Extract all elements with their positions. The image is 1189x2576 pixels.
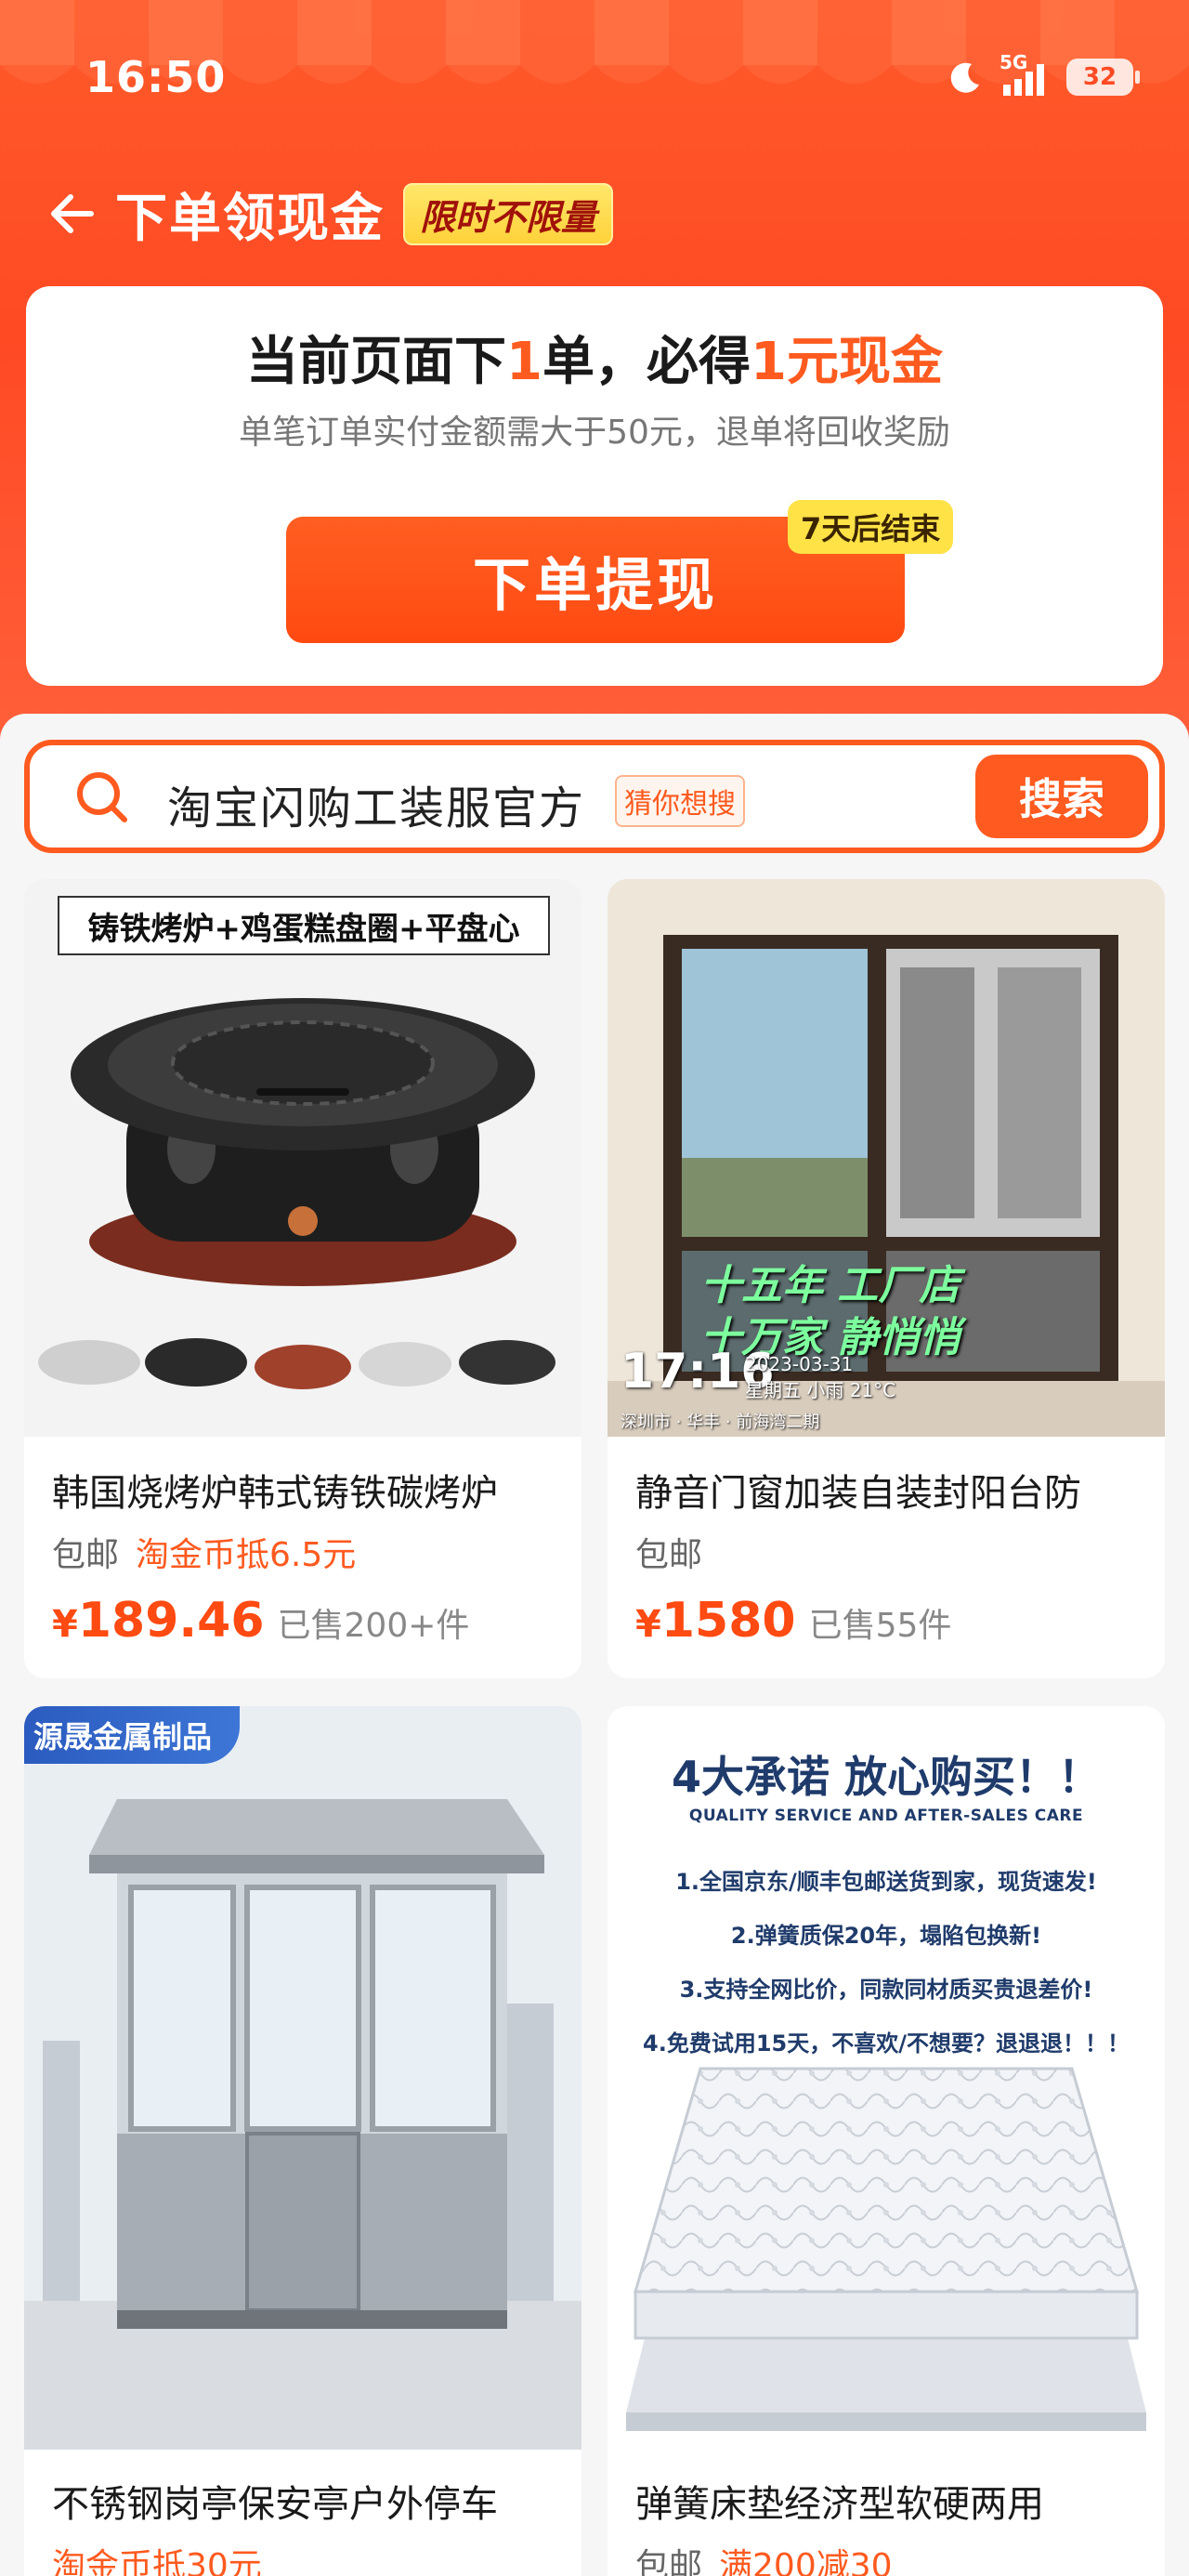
currency-symbol: ¥	[52, 1603, 78, 1646]
reward-headline: 当前页面下1单，必得1元现金	[26, 320, 1163, 395]
mattress-illustration	[626, 2067, 1146, 2431]
headline-cash-amount: 1元现金	[751, 332, 943, 392]
promise-title: 4大承诺 放心购买！！	[671, 1752, 1102, 1802]
search-button[interactable]: 搜索	[975, 755, 1148, 838]
free-shipping-tag: 包邮	[52, 1536, 120, 1574]
page-title: 下单领现金	[115, 188, 385, 249]
free-shipping-tag: 包邮	[635, 2547, 703, 2576]
signal-icon	[1003, 64, 1044, 96]
search-bar[interactable]: 淘宝闪购工装服官方 猜你想搜 搜索	[24, 740, 1165, 853]
moon-icon	[950, 62, 979, 93]
watermark-date: 2023-03-31 星期五 小雨 21°C	[745, 1351, 895, 1403]
reward-card: 当前页面下1单，必得1元现金 单笔订单实付金额需大于50元，退单将回收奖励 下单…	[26, 286, 1163, 686]
product-title: 韩国烧烤炉韩式铸铁碳烤炉	[52, 1472, 498, 1515]
product-card[interactable]: 源晟金属制品 不锈钢岗亭保安亭户外停车 淘金币抵30元	[24, 1706, 581, 2576]
battery-indicator: 32	[1066, 59, 1140, 96]
guess-tag: 猜你想搜	[615, 775, 745, 827]
status-bar: 16:50 5G 32	[0, 0, 1189, 158]
headline-part-b: 单，必得	[542, 332, 751, 392]
product-title: 静音门窗加装自装封阳台防	[635, 1472, 1081, 1515]
ends-countdown-badge: 7天后结束	[788, 500, 954, 554]
promo-header: 16:50 5G 32 下单领现金 限时不限量 当前页面下1单，必得1元现金 单…	[0, 0, 1189, 743]
promise-list: 1.全国京东/顺丰包邮送货到家，现货速发! 2.弹簧质保20年，塌陷包换新! 3…	[608, 1855, 1165, 2070]
headline-part-a: 当前页面下	[246, 332, 507, 392]
reward-rules: 单笔订单实付金额需大于50元，退单将回收奖励	[239, 414, 950, 452]
product-title: 不锈钢岗亭保安亭户外停车	[52, 2483, 498, 2526]
price-row: ¥189.46 已售200+件	[52, 1593, 469, 1649]
product-tags: 包邮	[635, 1528, 702, 1576]
sold-count: 已售55件	[808, 1607, 952, 1645]
product-card[interactable]: 4大承诺 放心购买！！ QUALITY SERVICE AND AFTER-SA…	[608, 1706, 1165, 2576]
promise-item: 3.支持全网比价，同款同材质买贵退差价!	[679, 1977, 1093, 2003]
watermark-location: 深圳市 · 华丰 · 前海湾二期	[621, 1413, 820, 1432]
back-arrow-icon[interactable]	[43, 184, 102, 243]
watermark-date-line: 2023-03-31	[745, 1353, 854, 1375]
stove-illustration	[38, 998, 555, 1389]
product-tags: 淘金币抵30元	[52, 2539, 262, 2576]
signal-indicator: 5G	[1000, 51, 1052, 98]
booth-illustration	[24, 1706, 581, 2450]
status-time: 16:50	[85, 52, 227, 102]
promise-subtitle: QUALITY SERVICE AND AFTER-SALES CARE	[688, 1807, 1084, 1825]
promo-tag: 满200减30	[719, 2547, 893, 2576]
currency-symbol: ¥	[635, 1603, 661, 1646]
promise-item: 1.全国京东/顺丰包邮送货到家，现货速发!	[675, 1869, 1097, 1895]
brand-corner-label: 源晟金属制品	[24, 1706, 241, 1764]
product-image: 源晟金属制品	[24, 1706, 581, 2450]
title-row: 下单领现金 限时不限量	[43, 178, 614, 249]
price-row: ¥1580 已售55件	[635, 1593, 951, 1649]
product-price: ¥1580	[635, 1593, 796, 1649]
price-value: 189.46	[77, 1593, 265, 1649]
product-title: 弹簧床垫经济型软硬两用	[635, 2483, 1044, 2526]
product-image: 4大承诺 放心购买！！ QUALITY SERVICE AND AFTER-SA…	[608, 1706, 1165, 2450]
overlay-line-1: 十五年 工厂店	[700, 1262, 960, 1309]
product-price: ¥189.46	[52, 1593, 265, 1649]
watermark-weather: 星期五 小雨 21°C	[745, 1379, 896, 1401]
product-image: 铸铁烤炉+鸡蛋糕盘圈+平盘心	[24, 879, 581, 1437]
product-tags: 包邮 淘金币抵6.5元	[52, 1528, 356, 1576]
status-icons: 5G 32	[947, 51, 1140, 100]
product-card[interactable]: 十五年 工厂店 十万家 静悄悄 17:16 2023-03-31 星期五 小雨 …	[608, 879, 1165, 1678]
headline-order-count: 1	[506, 332, 542, 392]
limited-time-badge: 限时不限量	[403, 182, 614, 245]
promo-tag: 淘金币抵6.5元	[136, 1536, 357, 1574]
search-input[interactable]: 淘宝闪购工装服官方	[167, 771, 585, 836]
sold-count: 已售200+件	[277, 1607, 470, 1645]
price-value: 1580	[660, 1593, 796, 1649]
free-shipping-tag: 包邮	[635, 1536, 703, 1574]
promise-item: 2.弹簧质保20年，塌陷包换新!	[730, 1923, 1042, 1949]
product-tags: 包邮 满200减30	[635, 2539, 893, 2576]
search-icon	[77, 772, 127, 822]
product-card[interactable]: 铸铁烤炉+鸡蛋糕盘圈+平盘心 韩国烧烤炉韩式铸铁碳烤炉 包邮 淘金币抵6.5元 …	[24, 879, 581, 1678]
promo-tag: 淘金币抵30元	[52, 2547, 262, 2576]
product-image: 十五年 工厂店 十万家 静悄悄 17:16 2023-03-31 星期五 小雨 …	[608, 879, 1165, 1437]
